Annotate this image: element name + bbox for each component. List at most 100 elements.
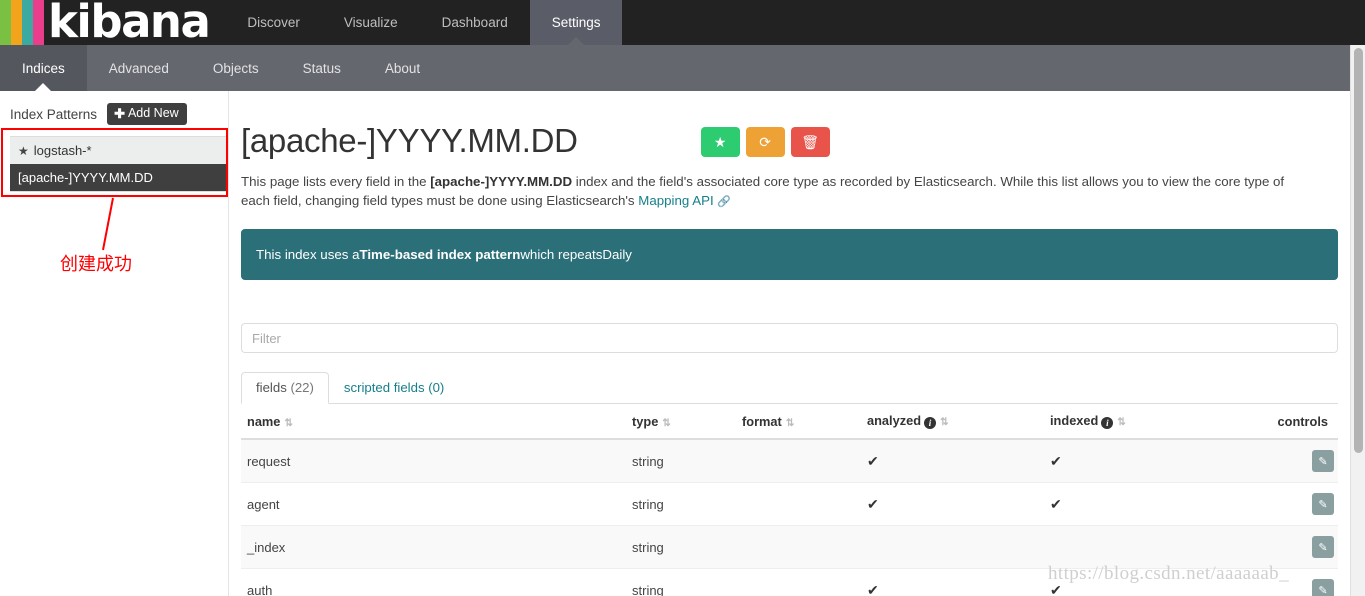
field-analyzed-cell: ✔: [861, 439, 1044, 484]
field-controls-cell: ✎: [1229, 525, 1338, 570]
column-header-label: analyzed: [867, 413, 922, 429]
refresh-fields-icon: ⟳: [759, 133, 772, 150]
index-pattern-label: logstash-*: [33, 143, 92, 158]
pattern-action-buttons: ★ ⟳ 🗑: [700, 127, 830, 158]
info-bold-text: Time-based index pattern: [359, 247, 521, 263]
field-name-cell: _index: [241, 525, 626, 570]
field-controls-cell: ✎: [1229, 568, 1338, 596]
edit-field-button[interactable]: ✎: [1312, 450, 1334, 473]
field-name-cell: auth: [241, 568, 626, 596]
subnav-item-status[interactable]: Status: [281, 45, 363, 91]
logo-bar-4: [33, 0, 44, 45]
subnav-item-objects[interactable]: Objects: [191, 45, 281, 91]
tab-fields[interactable]: fields (22): [241, 372, 329, 405]
set-default-button[interactable]: ★: [700, 127, 740, 158]
topnav-item-settings[interactable]: Settings: [529, 0, 623, 45]
field-controls-cell: ✎: [1229, 482, 1338, 527]
kibana-settings-page: kibana Discover Visualize Dashboard Setting…: [0, 0, 1365, 596]
column-header-name[interactable]: name ⇅: [241, 404, 626, 441]
time-based-info-panel: This index uses a Time-based index patte…: [241, 229, 1338, 281]
column-header-label: controls: [1277, 413, 1328, 429]
tab-label: scripted fields: [343, 380, 429, 396]
sidebar-header: Index Patterns ✚ Add New: [10, 101, 228, 127]
sort-arrows-icon[interactable]: ⇅: [662, 418, 670, 429]
column-header-label: indexed: [1050, 413, 1099, 429]
sort-arrows-icon[interactable]: ⇅: [940, 417, 948, 428]
mapping-api-link[interactable]: Mapping API: [638, 193, 713, 208]
topnav-item-label: Discover: [247, 15, 300, 30]
index-pattern-item-1[interactable]: [apache-]YYYY.MM.DD: [10, 164, 228, 191]
field-format-cell: [736, 439, 861, 484]
title-row: [apache-]YYYY.MM.DD ★ ⟳ 🗑: [241, 122, 1333, 159]
info-interval: Daily: [602, 247, 632, 263]
table-row: request string ✔ ✔ ✎: [241, 439, 1338, 484]
field-format-cell: [736, 482, 861, 527]
subnav-item-advanced[interactable]: Advanced: [87, 45, 191, 91]
edit-field-button[interactable]: ✎: [1312, 536, 1334, 559]
logo-bars-icon: [0, 0, 44, 45]
sort-arrows-icon[interactable]: ⇅: [284, 418, 292, 429]
index-pattern-item-0[interactable]: ★ logstash-*: [10, 137, 228, 164]
logo-bar-3: [22, 0, 33, 45]
add-new-index-pattern-button[interactable]: ✚ Add New: [107, 103, 187, 125]
info-icon[interactable]: i: [924, 417, 937, 430]
index-pattern-label: [apache-]YYYY.MM.DD: [18, 170, 153, 185]
add-new-label: Add New: [127, 106, 179, 121]
column-header-label: name: [247, 413, 281, 429]
field-type-cell: string: [626, 482, 736, 527]
page-scrollbar-track[interactable]: [1350, 45, 1365, 596]
link-chain-icon[interactable]: 🔗: [717, 196, 731, 208]
delete-pattern-icon: 🗑: [801, 133, 820, 150]
description-index-name: [apache-]YYYY.MM.DD: [430, 174, 573, 190]
topnav-item-dashboard[interactable]: Dashboard: [420, 0, 530, 45]
column-header-type[interactable]: type ⇅: [626, 404, 736, 441]
table-header-row: name ⇅ type ⇅ format ⇅ analyzed i ⇅ indexed i ⇅ cont…: [241, 404, 1338, 441]
column-header-format[interactable]: format ⇅: [736, 404, 861, 441]
subnav-item-about[interactable]: About: [363, 45, 442, 91]
topnav-item-discover[interactable]: Discover: [225, 0, 322, 45]
logo-bar-1: [0, 0, 11, 45]
edit-field-button[interactable]: ✎: [1312, 579, 1334, 596]
subnav-item-label: Objects: [212, 60, 259, 76]
pencil-icon: ✎: [1318, 584, 1328, 596]
sort-arrows-icon[interactable]: ⇅: [786, 418, 794, 429]
check-icon: ✔: [867, 581, 879, 596]
top-nav-items: Discover Visualize Dashboard Settings: [225, 0, 623, 45]
check-icon: ✔: [867, 452, 879, 469]
subnav-item-label: Status: [302, 60, 341, 76]
tab-label: fields: [256, 380, 291, 396]
field-indexed-cell: [1044, 525, 1229, 570]
topnav-item-visualize[interactable]: Visualize: [322, 0, 420, 45]
fields-tabs: fields (22) scripted fields (0): [241, 372, 1338, 405]
column-header-label: type: [632, 413, 659, 429]
subnav-item-indices[interactable]: Indices: [0, 45, 87, 91]
field-indexed-cell: ✔: [1044, 568, 1229, 596]
edit-field-button[interactable]: ✎: [1312, 493, 1334, 516]
field-filter-input[interactable]: [241, 323, 1338, 354]
field-type-cell: string: [626, 439, 736, 484]
column-header-indexed[interactable]: indexed i ⇅: [1044, 404, 1229, 441]
topnav-item-label: Settings: [551, 15, 601, 30]
kibana-logo[interactable]: kibana: [0, 0, 211, 45]
fields-table-head: name ⇅ type ⇅ format ⇅ analyzed i ⇅ indexed i ⇅ cont…: [241, 404, 1338, 441]
refresh-fields-button[interactable]: ⟳: [745, 127, 785, 158]
info-icon[interactable]: i: [1101, 417, 1114, 430]
index-pattern-list: ★ logstash-* [apache-]YYYY.MM.DD: [10, 136, 228, 192]
delete-pattern-button[interactable]: 🗑: [790, 127, 830, 158]
pencil-icon: ✎: [1318, 541, 1328, 554]
column-header-controls: controls: [1229, 404, 1338, 441]
field-indexed-cell: ✔: [1044, 439, 1229, 484]
column-header-label: format: [742, 413, 782, 429]
tab-scripted-fields[interactable]: scripted fields (0): [329, 372, 459, 404]
settings-subnav: Indices Advanced Objects Status About: [0, 45, 1365, 91]
sort-arrows-icon[interactable]: ⇅: [1117, 417, 1125, 428]
check-icon: ✔: [1050, 581, 1062, 596]
column-header-analyzed[interactable]: analyzed i ⇅: [861, 404, 1044, 441]
field-type-cell: string: [626, 525, 736, 570]
topnav-item-label: Dashboard: [441, 15, 508, 30]
pencil-icon: ✎: [1318, 455, 1328, 468]
topnav-item-label: Visualize: [343, 15, 398, 30]
field-format-cell: [736, 568, 861, 596]
annotation-text: 创建成功: [60, 254, 132, 275]
page-scrollbar-thumb[interactable]: [1354, 48, 1363, 453]
